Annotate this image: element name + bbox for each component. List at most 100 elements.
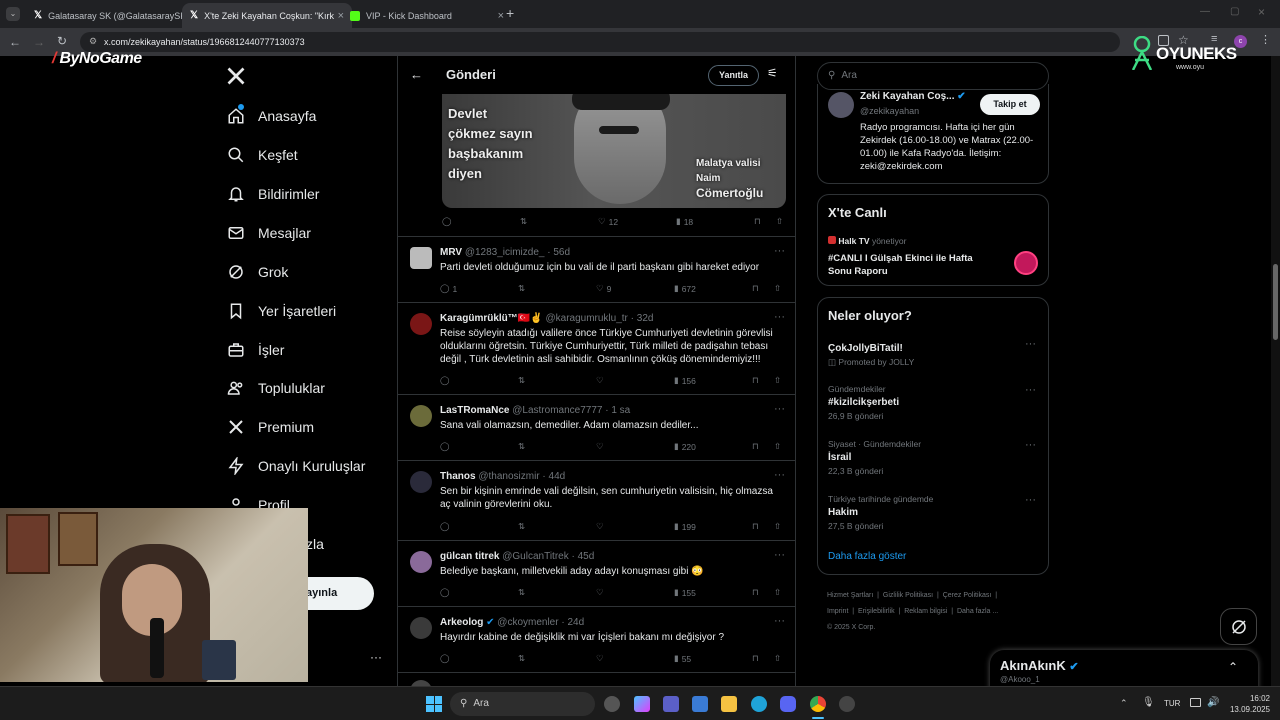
messages-drawer[interactable]: AkınAkınK ✔ @Akooo_1 ⌃ [990, 650, 1258, 690]
bookmark-action[interactable]: ⊓ [752, 587, 759, 598]
reply-item[interactable]: LasTRomaNce @Lastromance7777 · 1 sa ··· … [398, 395, 795, 461]
views-action[interactable]: ▮ 18 [676, 216, 693, 227]
back-arrow-icon[interactable]: ← [410, 67, 423, 82]
nav-bookmarks[interactable]: Yer İşaretleri [226, 296, 336, 326]
like-action[interactable]: ♡ 12 [598, 216, 618, 227]
like-action[interactable]: ♡ [596, 521, 604, 532]
nav-notifications[interactable]: Bildirimler [226, 179, 319, 209]
task-view-icon[interactable] [604, 696, 620, 712]
avatar[interactable] [410, 405, 432, 427]
address-field[interactable]: ⚙ x.com/zekikayahan/status/1966812440777… [80, 32, 1120, 52]
repost-action[interactable]: ⇅ [518, 521, 525, 532]
nav-home[interactable]: Anasayfa [226, 101, 316, 131]
taskbar-search[interactable]: ⚲ Ara [450, 692, 595, 716]
reply-button[interactable]: Yanıtla [708, 65, 760, 86]
windows-start-icon[interactable] [426, 696, 442, 712]
post-image[interactable]: Devlet çökmez sayın başbakanım diyen Mal… [442, 94, 786, 208]
trend-item[interactable]: ÇokJollyBiTatil! ◫ Promoted by JOLLY [828, 340, 914, 368]
tab-zeki-kayahan[interactable]: 𝕏 X'te Zeki Kayahan Coşkun: "Kırk × [182, 3, 352, 28]
scrollbar-thumb[interactable] [1273, 264, 1278, 340]
more-icon[interactable]: ··· [774, 245, 785, 257]
share-action[interactable]: ⇧ [774, 283, 781, 294]
more-icon[interactable]: ··· [774, 615, 785, 627]
like-action[interactable]: ♡ [596, 441, 604, 452]
repost-action[interactable]: ⇅ [518, 441, 525, 452]
back-icon[interactable]: ← [9, 35, 21, 49]
more-icon[interactable]: ··· [774, 549, 785, 561]
menu-kebab-icon[interactable]: ⋮ [1260, 33, 1271, 46]
share-action[interactable]: ⇧ [774, 441, 781, 452]
more-icon[interactable]: ··· [774, 311, 785, 323]
views-action[interactable]: ▮ 220 [674, 441, 696, 452]
share-action[interactable]: ⇧ [776, 216, 783, 227]
reply-action[interactable]: ◯ [440, 653, 450, 664]
nav-explore[interactable]: Keşfet [226, 140, 298, 170]
nav-grok[interactable]: Grok [226, 257, 288, 287]
streaming-app-icon[interactable] [839, 696, 855, 712]
reply-action[interactable]: ◯ 1 [440, 283, 457, 294]
microphone-icon[interactable]: 🎙 [1142, 697, 1155, 708]
views-action[interactable]: ▮ 199 [674, 521, 696, 532]
tray-chevron-icon[interactable]: ⌃ [1120, 698, 1128, 709]
reply-item[interactable]: gülcan titrek @GulcanTitrek · 45d ··· Be… [398, 541, 795, 607]
reply-action[interactable]: ◯ [440, 521, 450, 532]
sliders-icon[interactable]: ⚟ [767, 66, 778, 80]
bookmark-action[interactable]: ⊓ [752, 521, 759, 532]
share-action[interactable]: ⇧ [774, 521, 781, 532]
halktv-avatar-icon[interactable] [1014, 251, 1038, 275]
reply-item[interactable]: Arkeolog ✔ @ckoymenler · 24d ··· Hayırdı… [398, 607, 795, 673]
tab-kick-dashboard[interactable]: VIP - Kick Dashboard × [342, 3, 512, 28]
avatar[interactable] [410, 247, 432, 269]
forward-icon[interactable]: → [33, 35, 45, 49]
site-info-icon[interactable]: ⚙ [89, 36, 97, 47]
copilot-icon[interactable] [634, 696, 650, 712]
views-action[interactable]: ▮ 55 [674, 653, 691, 664]
nav-verified-orgs[interactable]: Onaylı Kuruluşlar [226, 451, 365, 481]
avatar[interactable] [410, 471, 432, 493]
like-action[interactable]: ♡ 9 [596, 283, 611, 294]
repost-action[interactable]: ⇅ [520, 216, 527, 227]
chrome-icon[interactable] [810, 696, 826, 712]
avatar[interactable] [410, 551, 432, 573]
share-action[interactable]: ⇧ [774, 653, 781, 664]
store-icon[interactable] [692, 696, 708, 712]
views-action[interactable]: ▮ 155 [674, 587, 696, 598]
share-action[interactable]: ⇧ [774, 587, 781, 598]
share-action[interactable]: ⇧ [774, 375, 781, 386]
like-action[interactable]: ♡ [596, 587, 604, 598]
close-tab-icon[interactable]: × [498, 10, 504, 22]
page-scrollbar[interactable] [1271, 56, 1280, 686]
reply-action[interactable]: ◯ [440, 441, 450, 452]
file-explorer-icon[interactable] [721, 696, 737, 712]
minimize-icon[interactable]: — [1200, 6, 1210, 17]
grok-floating-button[interactable] [1220, 608, 1257, 645]
reply-item[interactable]: MRV @1283_icimizde_ · 56d ··· Parti devl… [398, 237, 795, 303]
profile-name[interactable]: Zeki Kayahan Coş... ✔ [860, 91, 966, 102]
more-icon[interactable]: ··· [1025, 494, 1036, 506]
repost-action[interactable]: ⇅ [518, 653, 525, 664]
close-window-icon[interactable]: × [1258, 5, 1265, 19]
edge-icon[interactable] [751, 696, 767, 712]
nav-messages[interactable]: Mesajlar [226, 218, 311, 248]
show-more-link[interactable]: Daha fazla göster [828, 551, 906, 562]
views-action[interactable]: ▮ 672 [674, 283, 696, 294]
repost-action[interactable]: ⇅ [518, 375, 525, 386]
avatar[interactable] [410, 313, 432, 335]
nav-more[interactable]: zla [306, 529, 324, 559]
repost-action[interactable]: ⇅ [518, 283, 525, 294]
more-icon[interactable]: ··· [1025, 439, 1036, 451]
like-action[interactable]: ♡ [596, 375, 604, 386]
follow-button[interactable]: Takip et [980, 94, 1040, 115]
more-icon[interactable]: ··· [774, 469, 785, 481]
trend-item[interactable]: Gündemdekiler #kizilcikşerbeti 26,9 B gönd… [828, 384, 899, 421]
avatar[interactable] [410, 617, 432, 639]
repost-action[interactable]: ⇅ [518, 587, 525, 598]
new-tab-icon[interactable]: + [506, 5, 514, 21]
restore-icon[interactable]: ▢ [1230, 6, 1239, 17]
live-host[interactable]: Halk TV yönetiyor [828, 236, 906, 246]
reply-item[interactable]: Karagümrüklü™🇹🇷✌ @karagumruklu_tr · 32d … [398, 303, 795, 395]
teams-icon[interactable] [663, 696, 679, 712]
views-action[interactable]: ▮ 156 [674, 375, 696, 386]
nav-communities[interactable]: Topluluklar [226, 373, 325, 403]
display-icon[interactable] [1190, 698, 1201, 707]
